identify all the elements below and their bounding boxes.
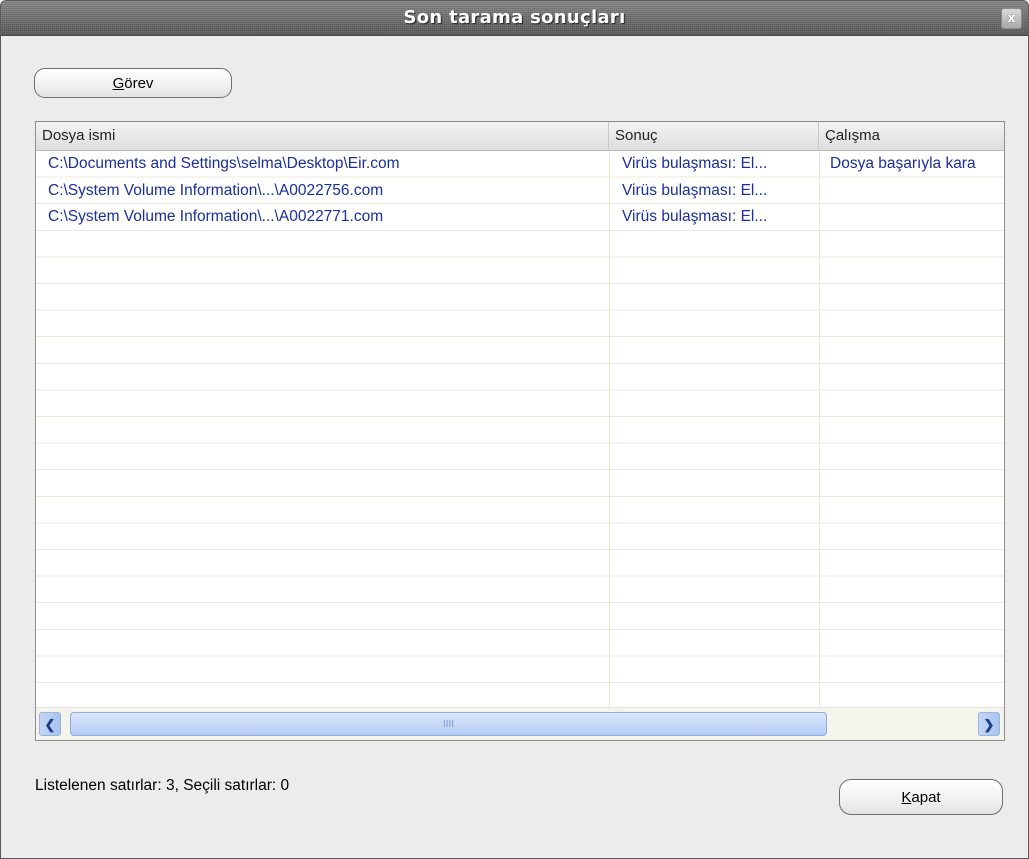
chevron-right-icon[interactable]: ❯: [978, 712, 1000, 736]
list-header: Dosya ismi Sonuç Çalışma: [36, 122, 1004, 151]
table-row[interactable]: C:\System Volume Information\...\A002275…: [36, 178, 1004, 205]
action-cell: [819, 204, 1004, 230]
column-header-result[interactable]: Sonuç: [609, 122, 819, 150]
status-text: Listelenen satırlar: 3, Seçili satırlar:…: [35, 777, 290, 794]
scan-results-dialog: Son tarama sonuçları x Görev Dosya ismi …: [0, 0, 1029, 859]
title-bar[interactable]: Son tarama sonuçları x: [1, 1, 1028, 36]
close-button-label: Kapat: [901, 788, 941, 806]
horizontal-scrollbar[interactable]: ❮ IIII ❯: [36, 707, 1004, 740]
task-button-label: Görev: [112, 74, 154, 92]
table-row[interactable]: C:\Documents and Settings\selma\Desktop\…: [36, 151, 1004, 178]
window-title: Son tarama sonuçları: [403, 7, 626, 28]
results-list[interactable]: Dosya ismi Sonuç Çalışma C:\Documents an…: [35, 121, 1005, 741]
column-header-file-name[interactable]: Dosya ismi: [36, 122, 609, 150]
chevron-left-icon[interactable]: ❮: [39, 712, 61, 736]
action-cell: [819, 178, 1004, 204]
file-name-cell: C:\System Volume Information\...\A002275…: [48, 181, 384, 199]
result-cell: Virüs bulaşması: El...: [622, 181, 768, 199]
list-body: C:\Documents and Settings\selma\Desktop\…: [36, 151, 1004, 707]
file-name-cell: C:\System Volume Information\...\A002277…: [48, 208, 384, 226]
scrollbar-thumb[interactable]: IIII: [70, 712, 827, 736]
action-cell: Dosya başarıyla kara: [830, 155, 976, 172]
task-button[interactable]: Görev: [34, 68, 232, 98]
column-header-action[interactable]: Çalışma: [819, 122, 1004, 150]
table-row[interactable]: C:\System Volume Information\...\A002277…: [36, 204, 1004, 231]
grip-icon: IIII: [442, 719, 455, 730]
result-cell: Virüs bulaşması: El...: [622, 208, 768, 226]
close-icon[interactable]: x: [1001, 8, 1022, 29]
result-cell: Virüs bulaşması: El...: [622, 155, 768, 172]
close-button[interactable]: Kapat: [839, 779, 1003, 815]
file-name-cell: C:\Documents and Settings\selma\Desktop\…: [48, 155, 400, 172]
